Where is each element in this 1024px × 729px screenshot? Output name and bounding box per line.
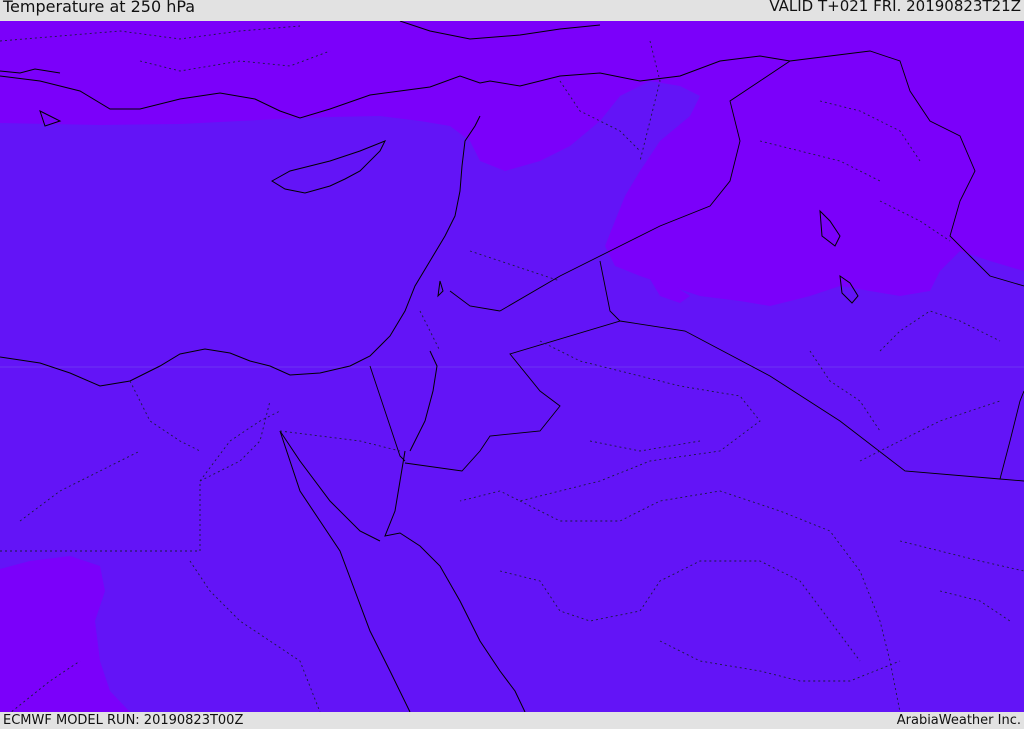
footer-bar: ECMWF MODEL RUN: 20190823T00Z ArabiaWeat… [0, 712, 1024, 729]
model-run: ECMWF MODEL RUN: 20190823T00Z [3, 713, 244, 728]
map-title: Temperature at 250 hPa [3, 0, 196, 16]
map-canvas [0, 21, 1024, 712]
credit-text: ArabiaWeather Inc. [896, 713, 1021, 728]
weather-map [0, 21, 1024, 712]
valid-time: VALID T+021 FRI. 20190823T21Z [769, 0, 1021, 15]
header-bar: Temperature at 250 hPa VALID T+021 FRI. … [0, 0, 1024, 21]
map-frame: Temperature at 250 hPa VALID T+021 FRI. … [0, 0, 1024, 729]
